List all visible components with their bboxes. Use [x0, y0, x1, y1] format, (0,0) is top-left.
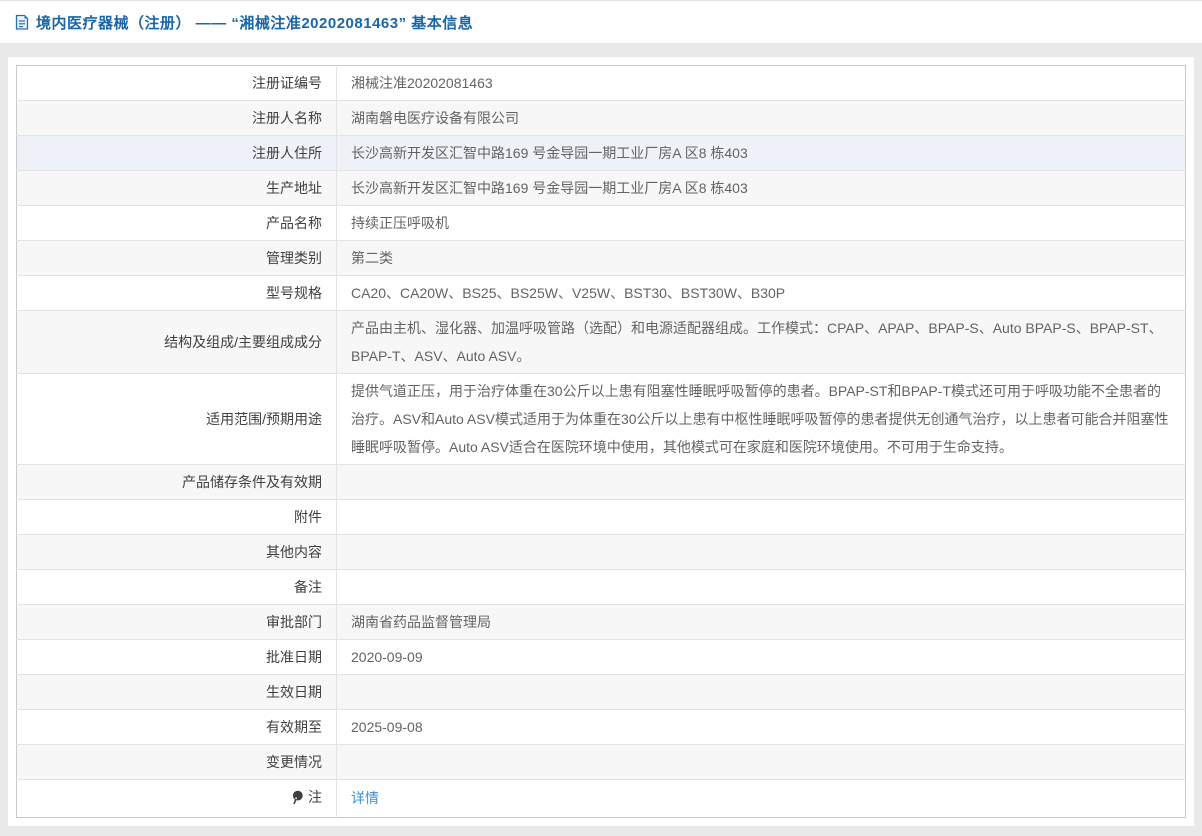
row-value-cell: 2025-09-08	[337, 710, 1186, 745]
row-label: 生效日期	[266, 678, 322, 706]
row-label-cell: 结构及组成/主要组成成分	[17, 311, 337, 374]
row-label: 注	[308, 783, 322, 811]
row-label: 管理类别	[266, 244, 322, 272]
row-value: CA20、CA20W、BS25、BS25W、V25W、BST30、BST30W、…	[351, 285, 785, 301]
row-value-cell: CA20、CA20W、BS25、BS25W、V25W、BST30、BST30W、…	[337, 276, 1186, 311]
row-label: 结构及组成/主要组成成分	[164, 328, 322, 356]
table-row: 适用范围/预期用途 提供气道正压，用于治疗体重在30公斤以上患有阻塞性睡眠呼吸暂…	[17, 374, 1186, 465]
row-label-cell: 生效日期	[17, 675, 337, 710]
table-row: 注册证编号 湘械注准20202081463	[17, 66, 1186, 101]
row-label-cell: 批准日期	[17, 640, 337, 675]
table-row: 生产地址 长沙高新开发区汇智中路169 号金导园一期工业厂房A 区8 栋403	[17, 171, 1186, 206]
row-value-cell: 持续正压呼吸机	[337, 206, 1186, 241]
row-value-cell	[337, 500, 1186, 535]
row-label: 附件	[294, 503, 322, 531]
table-row: 结构及组成/主要组成成分 产品由主机、湿化器、加温呼吸管路（选配）和电源适配器组…	[17, 311, 1186, 374]
row-label-cell: 附件	[17, 500, 337, 535]
row-value-cell	[337, 570, 1186, 605]
row-value-cell: 长沙高新开发区汇智中路169 号金导园一期工业厂房A 区8 栋403	[337, 136, 1186, 171]
row-value: 提供气道正压，用于治疗体重在30公斤以上患有阻塞性睡眠呼吸暂停的患者。BPAP-…	[351, 383, 1169, 455]
table-row: 批准日期 2020-09-09	[17, 640, 1186, 675]
row-label: 产品名称	[266, 209, 322, 237]
row-label: 审批部门	[266, 608, 322, 636]
row-label: 变更情况	[266, 748, 322, 776]
row-label-cell: 生产地址	[17, 171, 337, 206]
table-row: 注 详情	[17, 780, 1186, 818]
table-row: 产品储存条件及有效期	[17, 465, 1186, 500]
info-panel: 注册证编号 湘械注准20202081463 注册人名称 湖南磐电医疗设备有限公司…	[8, 57, 1194, 826]
page-title: 境内医疗器械（注册） —— “湘械注准20202081463” 基本信息	[36, 12, 473, 33]
row-label: 生产地址	[266, 174, 322, 202]
row-label-cell: 审批部门	[17, 605, 337, 640]
row-label-cell: 注	[17, 780, 337, 818]
page-header: 境内医疗器械（注册） —— “湘械注准20202081463” 基本信息	[0, 0, 1202, 44]
row-value-cell: 湖南磐电医疗设备有限公司	[337, 101, 1186, 136]
row-label: 产品储存条件及有效期	[182, 468, 322, 496]
row-value: 长沙高新开发区汇智中路169 号金导园一期工业厂房A 区8 栋403	[351, 180, 748, 196]
row-value-cell: 湘械注准20202081463	[337, 66, 1186, 101]
table-row: 注册人住所 长沙高新开发区汇智中路169 号金导园一期工业厂房A 区8 栋403	[17, 136, 1186, 171]
row-value-cell	[337, 465, 1186, 500]
row-label-cell: 注册证编号	[17, 66, 337, 101]
row-value-cell	[337, 535, 1186, 570]
row-value-cell	[337, 745, 1186, 780]
row-value-cell: 2020-09-09	[337, 640, 1186, 675]
document-icon	[14, 14, 30, 31]
row-label-cell: 有效期至	[17, 710, 337, 745]
row-label-cell: 型号规格	[17, 276, 337, 311]
row-label-cell: 备注	[17, 570, 337, 605]
row-value: 2025-09-08	[351, 719, 423, 735]
row-value-cell: 长沙高新开发区汇智中路169 号金导园一期工业厂房A 区8 栋403	[337, 171, 1186, 206]
row-label-cell: 注册人住所	[17, 136, 337, 171]
row-label: 批准日期	[266, 643, 322, 671]
row-value: 湖南省药品监督管理局	[351, 614, 491, 630]
table-row: 变更情况	[17, 745, 1186, 780]
row-label: 其他内容	[266, 538, 322, 566]
row-value-cell: 提供气道正压，用于治疗体重在30公斤以上患有阻塞性睡眠呼吸暂停的患者。BPAP-…	[337, 374, 1186, 465]
row-label: 备注	[294, 573, 322, 601]
row-value: 2020-09-09	[351, 649, 423, 665]
row-label-cell: 其他内容	[17, 535, 337, 570]
table-row: 产品名称 持续正压呼吸机	[17, 206, 1186, 241]
row-label-cell: 变更情况	[17, 745, 337, 780]
row-value: 持续正压呼吸机	[351, 215, 449, 231]
table-row: 注册人名称 湖南磐电医疗设备有限公司	[17, 101, 1186, 136]
table-row: 备注	[17, 570, 1186, 605]
note-bulb-icon	[291, 790, 304, 805]
row-value-cell: 湖南省药品监督管理局	[337, 605, 1186, 640]
row-label-cell: 产品储存条件及有效期	[17, 465, 337, 500]
table-row: 型号规格 CA20、CA20W、BS25、BS25W、V25W、BST30、BS…	[17, 276, 1186, 311]
row-label-cell: 产品名称	[17, 206, 337, 241]
row-value-cell	[337, 675, 1186, 710]
table-row: 审批部门 湖南省药品监督管理局	[17, 605, 1186, 640]
table-row: 管理类别 第二类	[17, 241, 1186, 276]
row-label: 型号规格	[266, 279, 322, 307]
row-value-cell: 详情	[337, 780, 1186, 818]
table-row: 其他内容	[17, 535, 1186, 570]
details-link[interactable]: 详情	[351, 790, 379, 806]
row-value: 第二类	[351, 250, 393, 266]
row-label-cell: 管理类别	[17, 241, 337, 276]
row-value: 产品由主机、湿化器、加温呼吸管路（选配）和电源适配器组成。工作模式：CPAP、A…	[351, 320, 1163, 364]
row-label: 有效期至	[266, 713, 322, 741]
row-value-cell: 第二类	[337, 241, 1186, 276]
table-row: 有效期至 2025-09-08	[17, 710, 1186, 745]
row-label-cell: 适用范围/预期用途	[17, 374, 337, 465]
row-value: 长沙高新开发区汇智中路169 号金导园一期工业厂房A 区8 栋403	[351, 145, 748, 161]
row-label: 注册人住所	[252, 139, 322, 167]
table-row: 生效日期	[17, 675, 1186, 710]
row-label: 注册证编号	[252, 69, 322, 97]
row-value: 湘械注准20202081463	[351, 75, 493, 91]
row-label: 适用范围/预期用途	[206, 405, 322, 433]
row-value: 湖南磐电医疗设备有限公司	[351, 110, 519, 126]
table-row: 附件	[17, 500, 1186, 535]
row-label-cell: 注册人名称	[17, 101, 337, 136]
row-value-cell: 产品由主机、湿化器、加温呼吸管路（选配）和电源适配器组成。工作模式：CPAP、A…	[337, 311, 1186, 374]
registration-info-table: 注册证编号 湘械注准20202081463 注册人名称 湖南磐电医疗设备有限公司…	[16, 65, 1186, 818]
row-label: 注册人名称	[252, 104, 322, 132]
